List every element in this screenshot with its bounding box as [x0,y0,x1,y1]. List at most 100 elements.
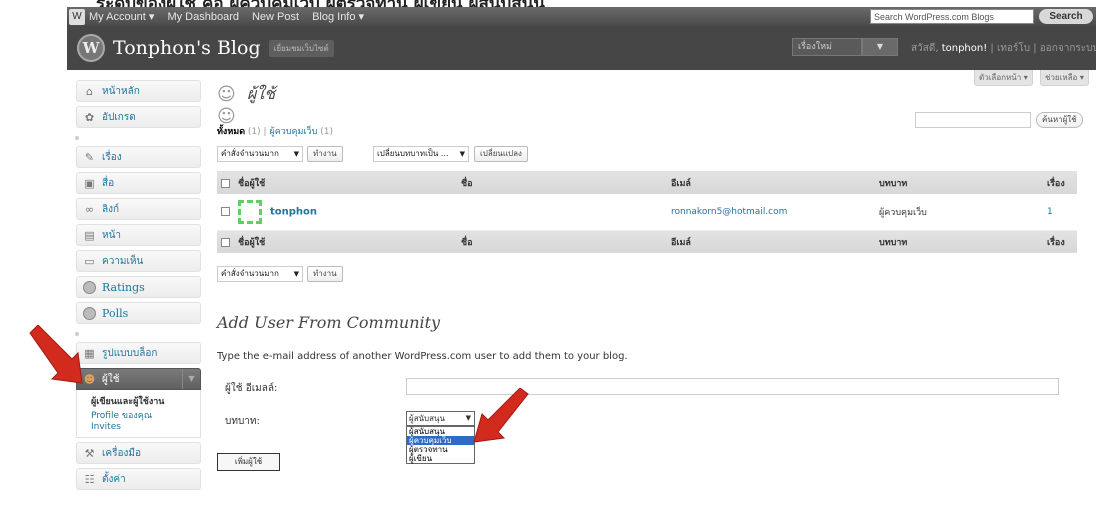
search-users-button[interactable]: ค้นหาผู้ใช้ [1036,112,1083,128]
sidebar-item-upgrades[interactable]: ✿ อัปเกรด [76,106,201,128]
settings-icon: ☷ [84,472,95,486]
sidebar-item-polls[interactable]: Polls [76,302,201,324]
users-table: ชื่อผู้ใช้ ชื่อ อีเมล์ บทบาท เรื่อง tonp… [217,171,1077,253]
ratings-icon [83,280,96,294]
menu-separator [75,328,201,338]
my-account-menu[interactable]: My Account ▾ [89,10,154,23]
username-link[interactable]: tonphon! [942,43,988,54]
column-footer-label: ชื่อผู้ใช้ [238,237,266,248]
submenu-toggle-icon[interactable]: ▼ [182,369,200,389]
cell-username: tonphon [217,194,457,231]
posts-count-link[interactable]: 1 [1047,207,1053,217]
filter-all[interactable]: ทั้งหมด [217,127,245,137]
table-header-row: ชื่อผู้ใช้ ชื่อ อีเมล์ บทบาท เรื่อง [217,171,1077,194]
change-role-value: เปลี่ยนบทบาทเป็น ... [377,149,449,158]
column-footer-email[interactable]: อีเมล์ [667,230,875,253]
greeting: สวัสดี, tonphon! | เทอร์โบ | ออกจากระบบ [911,41,1096,56]
sidebar-item-tools[interactable]: ⚒ เครื่องมือ [76,442,201,464]
select-all-checkbox[interactable] [221,237,230,247]
bulk-action-select[interactable]: คำสั่งจำนวนมาก ▼ [217,146,303,162]
user-filter-links: ทั้งหมด (1) | ผู้ควบคุมเว็บ (1) [217,124,333,138]
sidebar-item-label: เครื่องมือ [102,447,141,459]
column-footer-posts[interactable]: เรื่อง [1043,230,1077,253]
column-footer-name[interactable]: ชื่อ [457,230,667,253]
sidebar-item-appearance[interactable]: ▦ รูปแบบบล็อก [76,342,201,364]
column-header-email[interactable]: อีเมล์ [667,171,875,194]
sidebar-item-media[interactable]: ▣ สื่อ [76,172,201,194]
bulk-apply-button-bottom[interactable]: ทำงาน [307,266,343,282]
submenu-item-authors-users[interactable]: ผู้เขียนและผู้ใช้งาน [77,392,200,407]
role-selected-value: ผู้สนับสนุน [409,414,445,423]
column-header-posts[interactable]: เรื่อง [1043,171,1077,194]
greeting-prefix: สวัสดี, [911,43,939,54]
sidebar-item-label: สื่อ [102,177,115,189]
submenu-item-invites[interactable]: Invites [77,420,200,434]
blogs-search-button[interactable]: Search [1039,9,1093,24]
change-role-button[interactable]: เปลี่ยนแปลง [474,146,528,162]
column-footer-username[interactable]: ชื่อผู้ใช้ [217,230,457,253]
sidebar-item-label: ตั้งค่า [102,473,126,485]
select-all-checkbox[interactable] [221,178,230,188]
polls-icon [83,306,96,320]
filter-all-count: (1) [247,127,261,137]
username-link[interactable]: tonphon [270,206,317,217]
media-icon: ▣ [84,176,95,190]
sidebar-item-links[interactable]: ∞ ลิงก์ [76,198,201,220]
blog-header: W Tonphon's Blog เยี่ยมชมเว็บไซต์ เรื่อง… [67,26,1096,70]
table-row: tonphon ronnakorn5@hotmail.com ผู้ควบคุม… [217,194,1077,231]
blogs-search-input[interactable]: Search WordPress.com Blogs [870,9,1034,24]
help-tab[interactable]: ช่วยเหลือ ▾ [1040,70,1089,86]
role-option-contributor[interactable]: ผู้สนับสนุน [407,427,474,436]
sidebar-item-dashboard[interactable]: ⌂ หน้าหลัก [76,80,201,102]
bulk-action-select-bottom[interactable]: คำสั่งจำนวนมาก ▼ [217,266,303,282]
email-link[interactable]: ronnakorn5@hotmail.com [671,207,787,217]
column-header-username[interactable]: ชื่อผู้ใช้ [217,171,457,194]
role-option-administrator[interactable]: ผู้ควบคุมเว็บ [407,436,474,445]
visit-site-button[interactable]: เยี่ยมชมเว็บไซต์ [268,39,334,57]
row-checkbox[interactable] [221,207,230,217]
sidebar-item-label: หน้าหลัก [102,85,140,97]
new-post-dropdown-arrow[interactable]: ▼ [862,38,898,56]
wordpress-logo-icon[interactable]: W [69,8,85,25]
new-post-dropdown[interactable]: เรื่องใหม่ [792,38,862,56]
sidebar-item-pages[interactable]: ▤ หน้า [76,224,201,246]
role-label: บทบาท: [225,416,260,427]
bulk-apply-button[interactable]: ทำงาน [307,146,343,162]
sidebar-item-label: หน้า [102,229,122,241]
sidebar-item-label: ลิงก์ [102,203,120,215]
blog-title[interactable]: Tonphon's Blog [113,37,261,59]
wordpress-logo-icon: W [77,34,105,62]
role-select[interactable]: ผู้สนับสนุน ▼ [406,411,475,426]
sidebar-item-label: Ratings [102,280,145,294]
admin-sidebar: ⌂ หน้าหลัก ✿ อัปเกรด ✎ เรื่อง ▣ สื่อ ∞ ลิงก์ … [75,80,201,494]
column-header-name[interactable]: ชื่อ [457,171,667,194]
add-user-button[interactable]: เพิ่มผู้ใช้ [217,453,280,471]
change-role-select[interactable]: เปลี่ยนบทบาทเป็น ... ▼ [373,146,469,162]
blog-info-menu[interactable]: Blog Info ▾ [312,10,364,23]
link-icon: ∞ [84,202,95,216]
cell-name [457,194,667,231]
column-header-role[interactable]: บทบาท [875,171,1043,194]
tools-icon: ⚒ [84,446,95,460]
header-links[interactable]: | เทอร์โบ | ออกจากระบบ [990,43,1096,54]
new-post-link[interactable]: New Post [252,11,299,23]
column-footer-role[interactable]: บทบาท [875,230,1043,253]
user-search-input[interactable] [915,112,1031,128]
sidebar-item-label: Polls [102,306,129,320]
sidebar-item-comments[interactable]: ▭ ความเห็น [76,250,201,272]
sidebar-item-users[interactable]: ☻ ผู้ใช้ ▼ [76,368,201,390]
role-option-author[interactable]: ผู้เขียน [407,454,474,463]
sidebar-item-ratings[interactable]: Ratings [76,276,201,298]
sidebar-item-label: รูปแบบบล็อก [102,347,158,359]
role-dropdown-list: ผู้สนับสนุน ผู้ควบคุมเว็บ ผู้ตรวจทาน ผู้… [406,426,475,464]
sidebar-item-settings[interactable]: ☷ ตั้งค่า [76,468,201,490]
upgrade-icon: ✿ [84,110,95,124]
red-arrow-icon [473,388,529,443]
screen-options-tab[interactable]: ตัวเลือกหน้า ▾ [974,70,1033,86]
my-dashboard-link[interactable]: My Dashboard [167,11,239,23]
sidebar-item-posts[interactable]: ✎ เรื่อง [76,146,201,168]
filter-administrator[interactable]: ผู้ควบคุมเว็บ [269,127,317,137]
chevron-down-icon: ▼ [293,150,299,158]
submenu-item-your-profile[interactable]: Profile ของคุณ [77,406,200,421]
role-option-editor[interactable]: ผู้ตรวจทาน [407,445,474,454]
